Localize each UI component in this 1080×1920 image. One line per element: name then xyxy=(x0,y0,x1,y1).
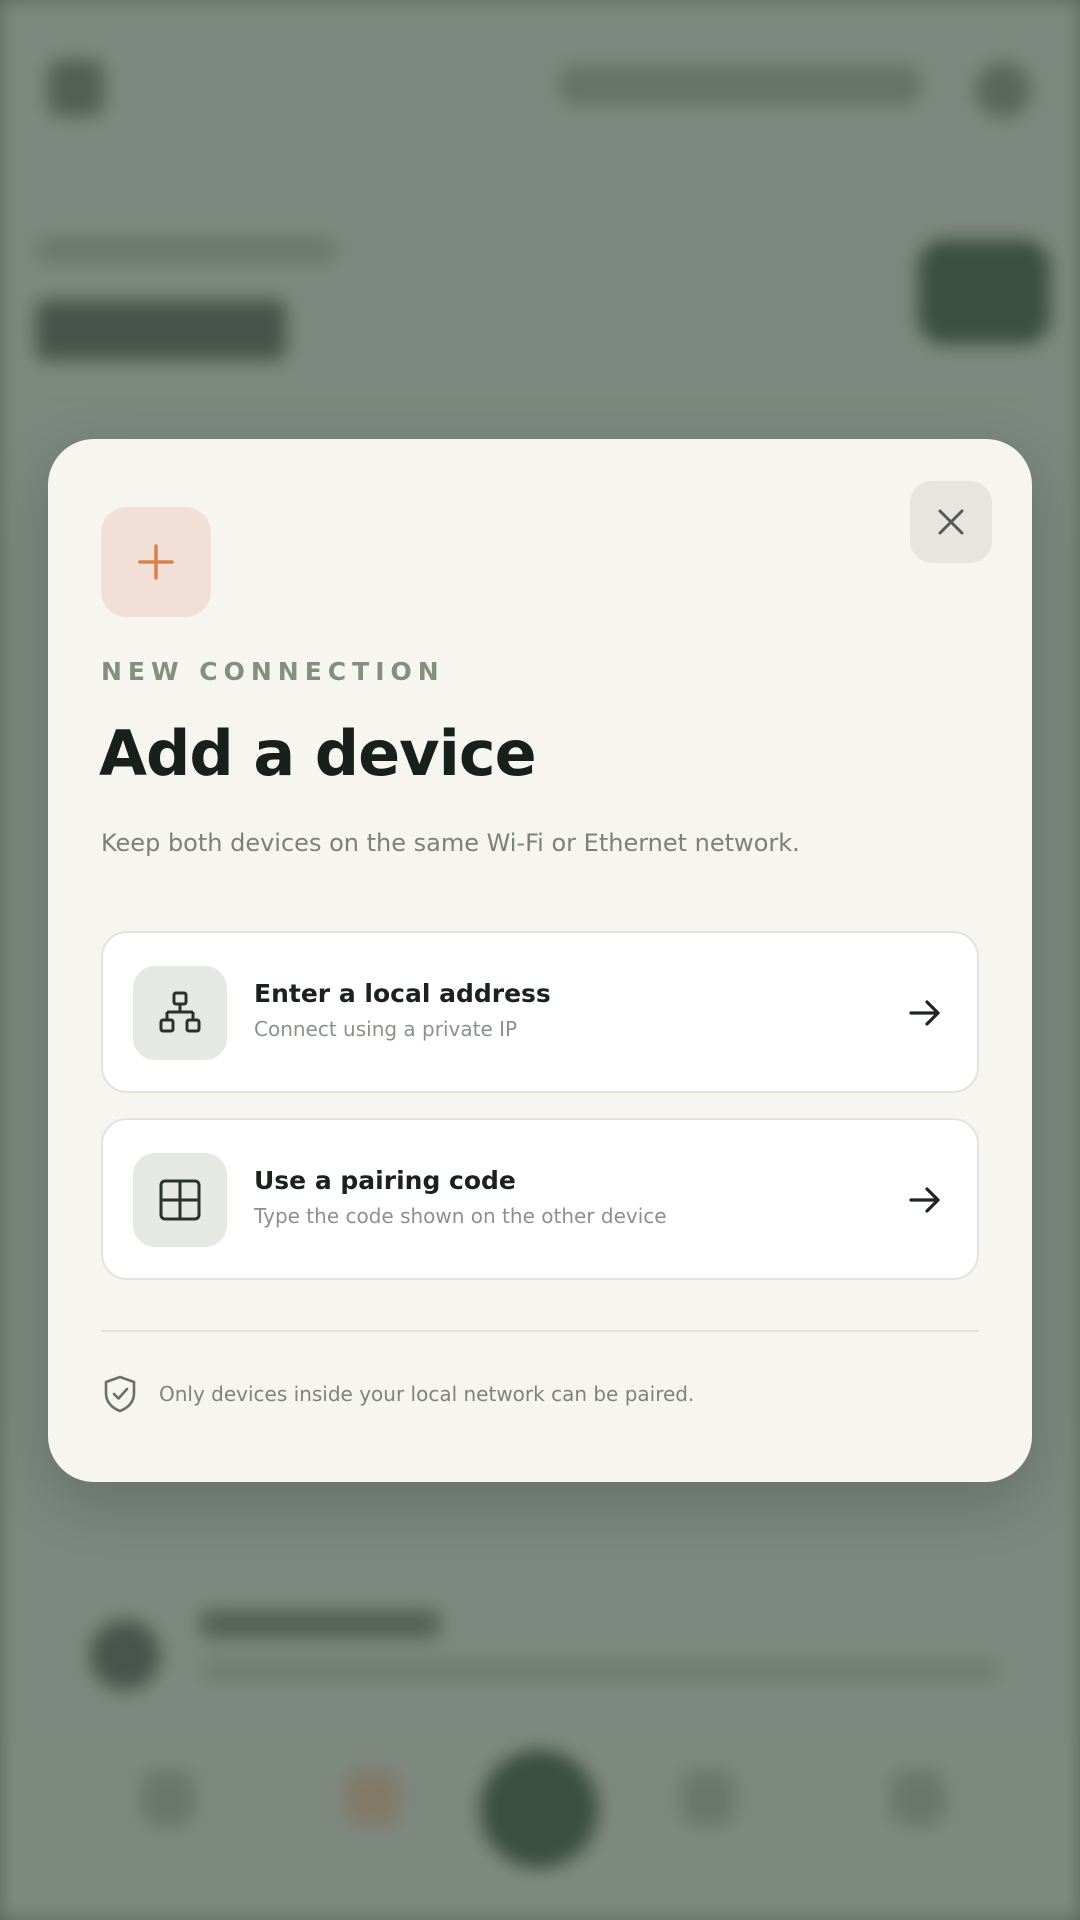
option-subtitle: Connect using a private IP xyxy=(254,1017,518,1041)
network-topology-icon xyxy=(133,966,227,1060)
modal-eyebrow: NEW CONNECTION xyxy=(101,657,445,686)
close-icon xyxy=(938,509,964,535)
modal-subtitle: Keep both devices on the same Wi-Fi or E… xyxy=(101,829,800,857)
option-pairing-code[interactable]: Use a pairing code Type the code shown o… xyxy=(101,1118,979,1280)
option-local-address[interactable]: Enter a local address Connect using a pr… xyxy=(101,931,979,1093)
arrow-right-icon xyxy=(909,1187,940,1213)
shield-check-icon xyxy=(104,1375,136,1413)
option-subtitle: Type the code shown on the other device xyxy=(254,1204,667,1228)
plus-icon xyxy=(101,507,211,617)
grid-code-icon xyxy=(133,1153,227,1247)
modal-title: Add a device xyxy=(99,717,537,790)
option-title: Use a pairing code xyxy=(254,1166,516,1195)
add-device-modal: NEW CONNECTION Add a device Keep both de… xyxy=(48,439,1032,1482)
option-title: Enter a local address xyxy=(254,979,551,1008)
close-button[interactable] xyxy=(910,481,992,563)
footer-note: Only devices inside your local network c… xyxy=(159,1382,695,1406)
divider xyxy=(101,1330,979,1332)
arrow-right-icon xyxy=(909,1000,940,1026)
